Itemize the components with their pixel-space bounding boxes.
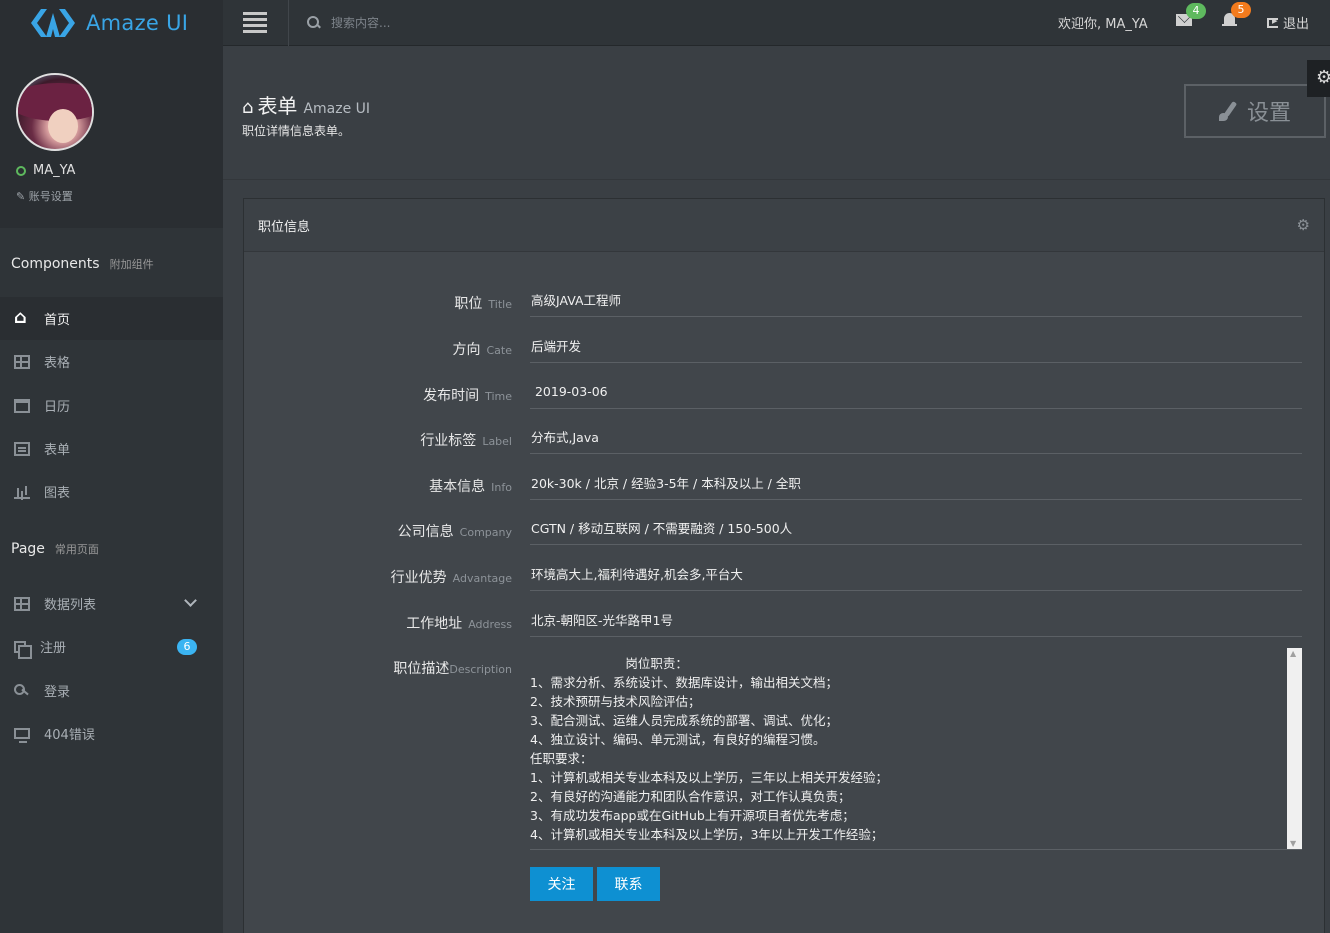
field-label: 方向 Cate (452, 342, 512, 358)
welcome-text: 欢迎你, MA_YA (1058, 17, 1148, 32)
job-info-panel: 职位信息 ⚙ 职位Title 方向Cate 发布时间Time 行业标签Label… (243, 198, 1325, 933)
logo-text: Amaze UI (86, 11, 189, 35)
title-field[interactable] (530, 283, 1302, 317)
home-icon: ⌂ (242, 97, 254, 118)
calendar-icon (14, 398, 30, 413)
description-text[interactable]: 岗位职责： 1、需求分析、系统设计、数据库设计，输出相关文档； 2、技术预研与技… (530, 648, 1286, 849)
sidebar-item-home[interactable]: 首页 (0, 297, 223, 340)
field-label: 行业优势 Advantage (390, 570, 512, 586)
user-panel: MA_YA ✎ 账号设置 (0, 46, 223, 228)
top-bar: Amaze UI 欢迎你, MA_YA 4 5 退出 (0, 0, 1330, 46)
description-textarea[interactable]: 岗位职责： 1、需求分析、系统设计、数据库设计，输出相关文档； 2、技术预研与技… (530, 648, 1302, 850)
company-field[interactable] (530, 511, 1302, 545)
page-title-sub: Amaze UI (303, 101, 371, 117)
table-icon (14, 354, 30, 369)
page-header: ⌂ 表单 Amaze UI 职位详情信息表单。 设置 (223, 46, 1330, 180)
copy-icon (14, 640, 32, 659)
page-section-title: Page 常用页面 (11, 541, 99, 557)
register-count-badge: 6 (177, 639, 197, 655)
search-input[interactable] (331, 16, 631, 30)
mail-count-badge: 4 (1186, 3, 1206, 19)
key-icon (14, 683, 30, 698)
sidebar-item-label: 首页 (44, 313, 71, 328)
advantage-field[interactable] (530, 557, 1302, 591)
sidebar-item-calendar[interactable]: 日历 (0, 384, 223, 427)
contact-button[interactable]: 联系 (597, 867, 660, 901)
search-bar (288, 0, 708, 46)
sidebar: MA_YA ✎ 账号设置 Components附加组件 首页 表格 日历 表单 … (0, 46, 223, 933)
avatar[interactable] (16, 73, 94, 151)
sidebar-item-form[interactable]: 表单 (0, 427, 223, 470)
follow-button[interactable]: 关注 (530, 867, 593, 901)
username: MA_YA (33, 163, 76, 178)
panel-header: 职位信息 ⚙ (244, 199, 1324, 252)
label-field[interactable] (530, 420, 1302, 454)
time-field[interactable] (530, 375, 1302, 409)
cate-field[interactable] (530, 329, 1302, 363)
page-description: 职位详情信息表单。 (242, 124, 351, 138)
amaze-logo-icon (31, 9, 75, 37)
brush-icon (1218, 101, 1239, 121)
sidebar-item-404[interactable]: 404错误 (0, 712, 223, 755)
field-label: 工作地址 Address (406, 616, 512, 632)
page-title: ⌂ 表单 Amaze UI (242, 94, 371, 118)
components-section-title: Components 附加组件 (11, 256, 154, 272)
sidebar-item-label: 登录 (44, 685, 71, 700)
sidebar-item-label: 404错误 (44, 728, 95, 743)
field-label: 公司信息 Company (397, 524, 512, 540)
field-label: 行业标签 Label (420, 433, 512, 449)
table-icon (14, 596, 30, 611)
monitor-icon (14, 728, 30, 743)
sidebar-item-table[interactable]: 表格 (0, 340, 223, 383)
sidebar-item-label: 注册 (40, 641, 67, 656)
gear-icon: ⚙ (1316, 67, 1330, 88)
field-label: 发布时间 Time (423, 388, 512, 404)
logout-button[interactable]: 退出 (1267, 13, 1309, 32)
panel-body: 职位Title 方向Cate 发布时间Time 行业标签Label 基本信息In… (244, 252, 1324, 933)
sidebar-item-chart[interactable]: 图表 (0, 470, 223, 513)
sidebar-item-login[interactable]: 登录 (0, 669, 223, 712)
logo[interactable]: Amaze UI (0, 0, 223, 46)
sidebar-item-label: 日历 (44, 400, 71, 415)
form-icon (14, 441, 30, 456)
address-field[interactable] (530, 603, 1302, 637)
field-label: 职位 Title (454, 296, 512, 312)
settings-button[interactable]: 设置 (1184, 84, 1326, 138)
sidebar-item-label: 表单 (44, 443, 71, 458)
sidebar-item-label: 表格 (44, 356, 71, 371)
search-icon (307, 16, 321, 30)
chart-icon (14, 485, 30, 499)
home-icon (14, 307, 30, 328)
sidebar-item-data-list[interactable]: 数据列表 (0, 582, 223, 625)
chevron-down-icon (184, 594, 197, 607)
field-label: 职位描述Description (393, 661, 512, 677)
notification-count-badge: 5 (1231, 2, 1251, 18)
online-status-icon (16, 166, 26, 176)
gear-icon[interactable]: ⚙ (1297, 216, 1310, 234)
menu-toggle-icon[interactable] (243, 12, 267, 33)
sidebar-item-register[interactable]: 注册 6 (0, 625, 223, 668)
sidebar-item-label: 数据列表 (44, 598, 97, 613)
logout-label: 退出 (1283, 17, 1310, 32)
account-settings-link[interactable]: ✎ 账号设置 (16, 188, 73, 204)
field-label: 基本信息 Info (429, 479, 512, 495)
sidebar-item-label: 图表 (44, 486, 71, 501)
theme-settings-tab[interactable]: ⚙ (1307, 60, 1330, 97)
panel-title: 职位信息 (258, 220, 311, 235)
info-field[interactable] (530, 466, 1302, 500)
logout-icon (1267, 14, 1278, 28)
textarea-scrollbar[interactable] (1287, 648, 1302, 849)
